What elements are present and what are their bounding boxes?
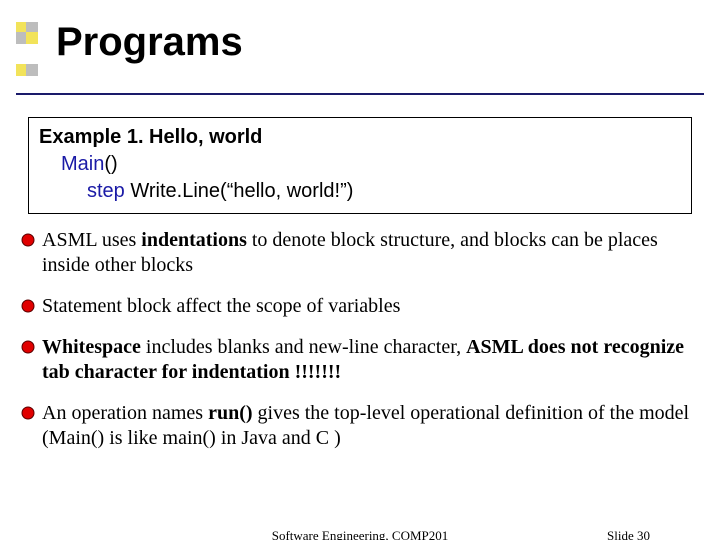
list-item: Whitespace includes blanks and new-line … xyxy=(20,335,700,385)
bullet-icon xyxy=(20,339,36,355)
list-item: Statement block affect the scope of vari… xyxy=(20,294,700,319)
code-line-main: Main() xyxy=(61,153,681,176)
title-accent xyxy=(16,22,38,76)
code-line-step: step Write.Line(“hello, world!”) xyxy=(87,180,681,203)
bullet-icon-wrap xyxy=(20,405,36,426)
footer-right-label: Slide xyxy=(607,528,637,540)
bullet-icon xyxy=(20,405,36,421)
list-item: ASML uses indentations to denote block s… xyxy=(20,228,700,278)
title-underline xyxy=(16,93,704,95)
list-item: An operation names run() gives the top-l… xyxy=(20,401,700,451)
example-heading: Example 1. Hello, world xyxy=(39,126,681,149)
bullet-icon-wrap xyxy=(20,298,36,319)
keyword-main: Main xyxy=(61,153,104,175)
bullet-icon-wrap xyxy=(20,339,36,360)
footer-right-num: 30 xyxy=(637,528,650,540)
slide-title: Programs xyxy=(56,20,243,65)
keyword-step: step xyxy=(87,180,125,202)
footer-slide-number: Slide 30 xyxy=(607,528,650,540)
bullet-text: Statement block affect the scope of vari… xyxy=(42,294,700,319)
bullet-icon xyxy=(20,298,36,314)
bullet-list: ASML uses indentations to denote block s… xyxy=(20,228,700,451)
bullet-text: ASML uses indentations to denote block s… xyxy=(42,228,700,278)
code-step-rest: Write.Line(“hello, world!”) xyxy=(125,180,354,202)
bullet-icon-wrap xyxy=(20,232,36,253)
bullet-text: Whitespace includes blanks and new-line … xyxy=(42,335,700,385)
code-main-rest: () xyxy=(104,153,117,175)
bullet-text: An operation names run() gives the top-l… xyxy=(42,401,700,451)
example-box: Example 1. Hello, world Main() step Writ… xyxy=(28,117,692,214)
bullet-icon xyxy=(20,232,36,248)
title-bar: Programs xyxy=(0,0,720,95)
